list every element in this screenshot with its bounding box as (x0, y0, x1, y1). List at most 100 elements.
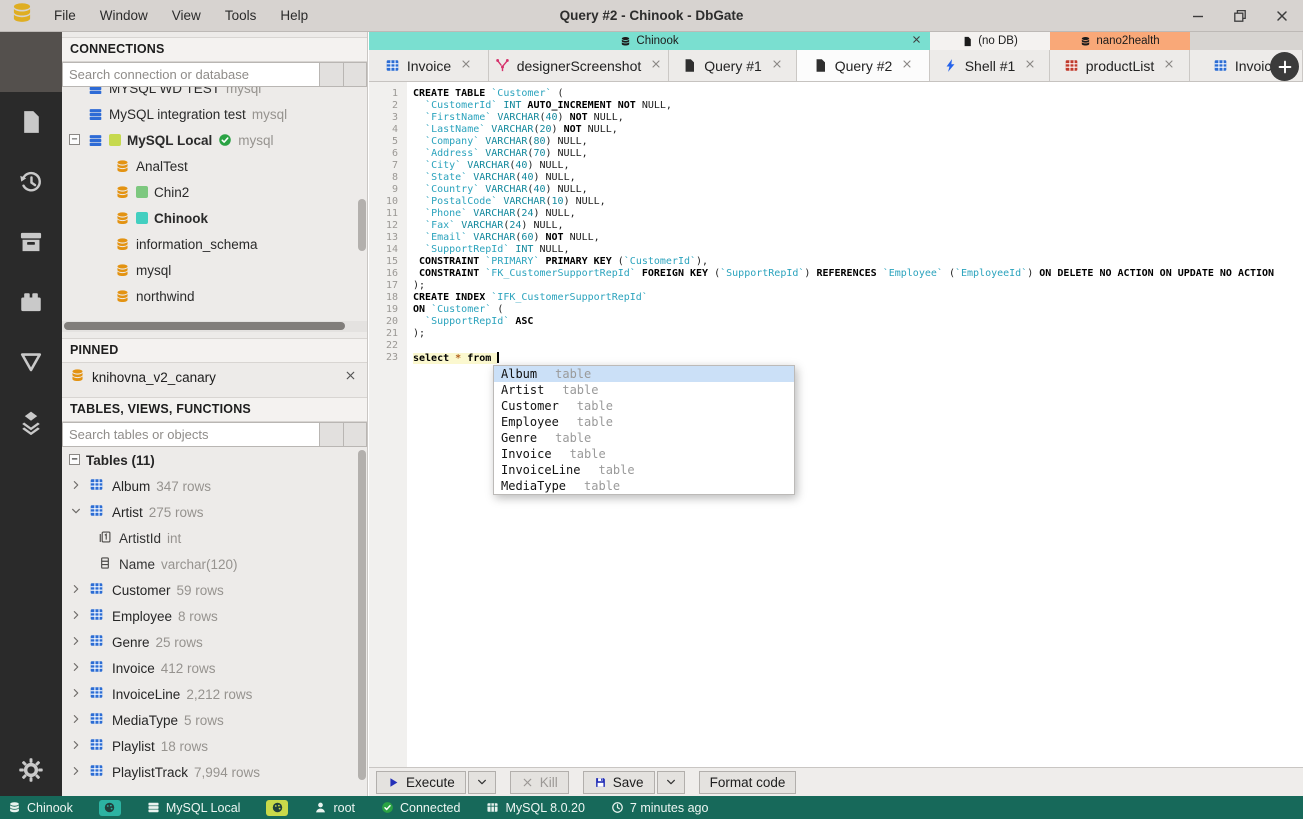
chevron-right-icon[interactable] (70, 661, 82, 676)
activitybar-history[interactable] (0, 152, 62, 212)
chevron-right-icon[interactable] (70, 765, 82, 780)
minimize-button[interactable] (1189, 7, 1207, 25)
table-row[interactable]: InvoiceLine 2,212 rows (62, 681, 367, 707)
code-line[interactable]: `FirstName` VARCHAR(40) NOT NULL, (413, 112, 1303, 124)
connection-item[interactable]: information_schema (62, 231, 367, 257)
restore-button[interactable] (1231, 7, 1249, 25)
close-tab-button[interactable] (1024, 58, 1036, 73)
code-line[interactable]: CONSTRAINT `FK_CustomerSupportRepId` FOR… (413, 268, 1303, 280)
chevron-right-icon[interactable] (70, 583, 82, 598)
tab-designerscreenshot[interactable]: designerScreenshot (489, 50, 669, 81)
autocomplete-item[interactable]: Artist table (494, 382, 794, 398)
code-line[interactable]: `Address` VARCHAR(70) NULL, (413, 148, 1303, 160)
code-line[interactable]: `City` VARCHAR(40) NULL, (413, 160, 1303, 172)
close-group-button[interactable] (911, 34, 922, 48)
refresh-tables-button[interactable] (343, 422, 367, 447)
tab-query-1[interactable]: Query #1 (669, 50, 797, 81)
table-row[interactable]: Playlist 18 rows (62, 733, 367, 759)
activitybar-plugins[interactable] (0, 272, 62, 332)
activitybar-file[interactable] (0, 92, 62, 152)
code-line[interactable]: ); (413, 280, 1303, 292)
autocomplete-item[interactable]: InvoiceLine table (494, 462, 794, 478)
table-row[interactable]: MediaType 5 rows (62, 707, 367, 733)
tab-productlist[interactable]: productList (1050, 50, 1190, 81)
code-line[interactable]: `Email` VARCHAR(60) NOT NULL, (413, 232, 1303, 244)
code-line[interactable]: CONSTRAINT `PRIMARY` PRIMARY KEY (`Custo… (413, 256, 1303, 268)
table-row[interactable]: Genre 25 rows (62, 629, 367, 655)
tables-vertical-scrollbar[interactable] (358, 450, 366, 780)
code-line[interactable]: ); (413, 328, 1303, 340)
chevron-right-icon[interactable] (70, 739, 82, 754)
autocomplete-item[interactable]: Customer table (494, 398, 794, 414)
column-row[interactable]: ArtistId int (62, 525, 367, 551)
code-line[interactable] (413, 340, 1303, 352)
code-line[interactable]: `Phone` VARCHAR(24) NULL, (413, 208, 1303, 220)
table-row[interactable]: Customer 59 rows (62, 577, 367, 603)
connection-item[interactable]: northwind (62, 283, 367, 309)
collapse-expander[interactable]: − (69, 134, 80, 145)
menu-window[interactable]: Window (88, 0, 160, 31)
new-tab-button[interactable] (1270, 52, 1299, 81)
add-connection-button[interactable] (319, 62, 343, 87)
table-row[interactable]: Album 347 rows (62, 473, 367, 499)
tab-invoice[interactable]: Invoice (369, 50, 489, 81)
connection-item[interactable]: Chin2 (62, 179, 367, 205)
close-tab-button[interactable] (650, 58, 662, 73)
menu-view[interactable]: View (160, 0, 213, 31)
table-row[interactable]: Employee 8 rows (62, 603, 367, 629)
table-row[interactable]: Invoice 412 rows (62, 655, 367, 681)
tables-search-input[interactable] (62, 422, 319, 447)
format-code-button[interactable]: Format code (698, 770, 797, 794)
tab-shell-1[interactable]: Shell #1 (930, 50, 1050, 81)
save-dropdown-button[interactable] (656, 770, 685, 794)
connection-color-badge[interactable] (98, 799, 121, 816)
close-tab-button[interactable] (460, 58, 472, 73)
menu-tools[interactable]: Tools (213, 0, 269, 31)
table-row[interactable]: Artist 275 rows (62, 499, 367, 525)
code-line[interactable]: CREATE TABLE `Customer` ( (413, 88, 1303, 100)
execute-dropdown-button[interactable] (467, 770, 496, 794)
autocomplete-item[interactable]: Album table (494, 366, 794, 382)
code-line[interactable]: `SupportRepId` ASC (413, 316, 1303, 328)
close-tab-button[interactable] (901, 58, 913, 73)
pinned-item[interactable]: knihovna_v2_canary (62, 363, 367, 391)
chevron-right-icon[interactable] (70, 609, 82, 624)
chevron-right-icon[interactable] (70, 479, 82, 494)
code-line[interactable]: `State` VARCHAR(40) NULL, (413, 172, 1303, 184)
chevron-right-icon[interactable] (70, 687, 82, 702)
code-line[interactable]: CREATE INDEX `IFK_CustomerSupportRepId` (413, 292, 1303, 304)
code-line[interactable]: `CustomerId` INT AUTO_INCREMENT NOT NULL… (413, 100, 1303, 112)
connection-item[interactable]: AnalTest (62, 153, 367, 179)
sql-editor[interactable]: 1 2 3 4 5 6 7 8 9 10 11 12 13 14 15 16 17 18 19 20 21 22 23 CR… (369, 82, 1303, 767)
connection-item[interactable]: MySQL integration test mysql (62, 101, 367, 127)
activitybar-database[interactable] (0, 32, 62, 92)
code-line[interactable]: ON `Customer` ( (413, 304, 1303, 316)
execute-button[interactable]: Execute (376, 770, 466, 794)
connections-search-input[interactable] (62, 62, 319, 87)
autocomplete-item[interactable]: Genre table (494, 430, 794, 446)
code-line[interactable]: `Country` VARCHAR(40) NULL, (413, 184, 1303, 196)
kill-button[interactable]: Kill (509, 770, 569, 794)
add-table-button[interactable] (319, 422, 343, 447)
connection-color-badge[interactable] (266, 799, 289, 816)
chevron-right-icon[interactable] (70, 713, 82, 728)
code-line[interactable]: `PostalCode` VARCHAR(10) NULL, (413, 196, 1303, 208)
code-line[interactable]: `Company` VARCHAR(80) NULL, (413, 136, 1303, 148)
close-window-button[interactable] (1273, 7, 1291, 25)
code-line[interactable]: select * from (413, 352, 1303, 364)
connection-item[interactable]: MYSQL WD TEST mysql (62, 87, 367, 101)
connection-item[interactable]: mysql (62, 257, 367, 283)
connections-vertical-scrollbar[interactable] (358, 199, 366, 251)
activitybar-gear[interactable] (0, 744, 62, 796)
close-tab-button[interactable] (771, 58, 783, 73)
activitybar-archive[interactable] (0, 212, 62, 272)
connection-item[interactable]: Chinook (62, 205, 367, 231)
autocomplete-item[interactable]: MediaType table (494, 478, 794, 494)
connection-item[interactable]: − MySQL Local mysql (62, 127, 367, 153)
code-line[interactable]: `Fax` VARCHAR(24) NULL, (413, 220, 1303, 232)
table-row[interactable]: PlaylistTrack 7,994 rows (62, 759, 367, 785)
scrollbar-thumb[interactable] (64, 322, 345, 330)
autocomplete-item[interactable]: Employee table (494, 414, 794, 430)
chevron-down-icon[interactable] (70, 505, 82, 520)
close-tab-button[interactable] (1163, 58, 1175, 73)
